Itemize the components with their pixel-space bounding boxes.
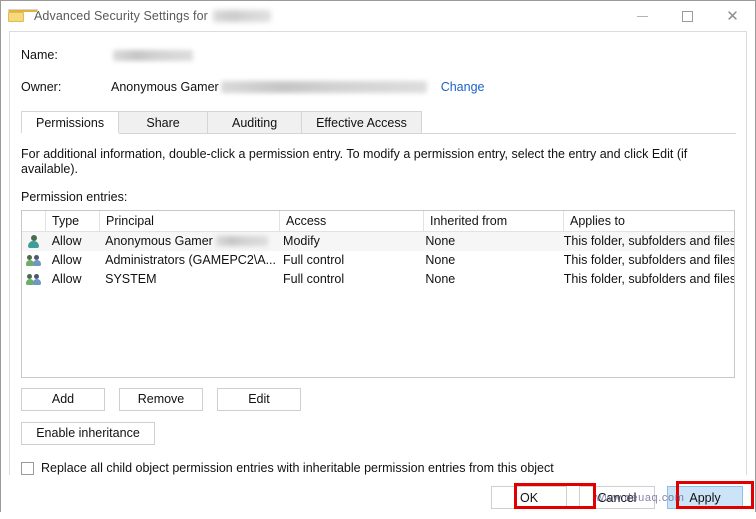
tab-auditing[interactable]: Auditing <box>207 111 303 133</box>
name-value-redacted <box>113 49 193 61</box>
table-row[interactable]: Allow SYSTEM Full control None This fold… <box>22 270 734 289</box>
cancel-button[interactable]: Cancel <box>579 485 655 509</box>
owner-email-redacted <box>220 81 427 93</box>
owner-label: Owner: <box>21 80 62 94</box>
row-inherited-from: None <box>425 234 456 248</box>
replace-child-permissions-label: Replace all child object permission entr… <box>41 461 554 475</box>
owner-value: Anonymous Gamer <box>111 80 219 94</box>
info-text: For additional information, double-click… <box>21 147 688 176</box>
table-row[interactable]: Allow Administrators (GAMEPC2\A... Full … <box>22 251 734 270</box>
row-icon-cell <box>22 234 46 249</box>
row-type: Allow <box>51 234 82 248</box>
close-icon: ✕ <box>726 7 739 25</box>
row-inherited-from: None <box>425 272 456 286</box>
row-applies-to: This folder, subfolders and files <box>563 272 734 286</box>
row-access: Modify <box>283 234 320 248</box>
row-principal: SYSTEM <box>105 272 157 286</box>
close-button[interactable]: ✕ <box>710 1 755 31</box>
row-access: Full control <box>283 253 345 267</box>
row-icon-cell <box>22 253 46 268</box>
column-header-access[interactable]: Access <box>280 211 424 231</box>
name-row: Name: <box>10 44 746 66</box>
row-principal-redacted <box>215 236 268 246</box>
row-type: Allow <box>51 253 82 267</box>
ok-button[interactable]: OK <box>491 485 567 509</box>
window-title-text: Advanced Security Settings for <box>34 9 208 23</box>
advanced-security-settings-window: Advanced Security Settings for ✕ Name: O… <box>0 0 756 519</box>
permission-entries-list[interactable]: Type Principal Access Inherited from App… <box>21 210 735 378</box>
window-controls: ✕ <box>620 1 755 31</box>
row-icon-cell <box>22 272 46 287</box>
enable-inheritance-button[interactable]: Enable inheritance <box>21 422 155 445</box>
owner-row: Owner: Anonymous Gamer Change <box>10 76 746 98</box>
column-header-principal[interactable]: Principal <box>100 211 280 231</box>
change-owner-link[interactable]: Change <box>441 80 485 94</box>
entry-actions: Add Remove Edit <box>21 388 735 411</box>
row-principal-text: Anonymous Gamer <box>105 234 213 248</box>
column-header-inherited-from[interactable]: Inherited from <box>424 211 564 231</box>
column-header-type[interactable]: Type <box>46 211 100 231</box>
column-header-icon[interactable] <box>22 211 46 231</box>
user-icon <box>26 234 42 249</box>
maximize-button[interactable] <box>665 1 710 31</box>
row-principal: Administrators (GAMEPC2\A... <box>105 253 276 267</box>
tab-effective-access[interactable]: Effective Access <box>301 111 422 133</box>
row-applies-to: This folder, subfolders and files <box>563 234 734 248</box>
dialog-content: Name: Owner: Anonymous Gamer Change Perm… <box>9 31 747 475</box>
column-header-applies-to[interactable]: Applies to <box>564 211 734 231</box>
add-button[interactable]: Add <box>21 388 105 411</box>
tab-permissions[interactable]: Permissions <box>21 111 120 133</box>
row-type: Allow <box>51 272 82 286</box>
inheritance-actions: Enable inheritance <box>21 422 735 445</box>
title-bar: Advanced Security Settings for ✕ <box>1 1 755 31</box>
window-title-redacted <box>212 10 271 22</box>
remove-button[interactable]: Remove <box>119 388 203 411</box>
row-applies-to: This folder, subfolders and files <box>563 253 734 267</box>
row-inherited-from: None <box>425 253 456 267</box>
apply-button[interactable]: Apply <box>667 485 743 509</box>
row-principal: Anonymous Gamer <box>99 232 277 251</box>
group-icon <box>25 272 42 287</box>
minimize-button[interactable] <box>620 1 665 31</box>
table-row[interactable]: Allow Anonymous Gamer Modify None This f… <box>22 232 734 251</box>
window-title: Advanced Security Settings for <box>34 9 271 23</box>
table-header: Type Principal Access Inherited from App… <box>22 211 734 232</box>
row-access: Full control <box>283 272 345 286</box>
replace-child-permissions-checkbox[interactable] <box>21 461 34 475</box>
tab-strip: Permissions Share Auditing Effective Acc… <box>21 110 736 134</box>
edit-button[interactable]: Edit <box>217 388 301 411</box>
folder-icon <box>8 9 38 23</box>
name-label: Name: <box>21 48 58 62</box>
dialog-footer: OK Cancel Apply <box>1 475 755 519</box>
group-icon <box>25 253 42 268</box>
permission-entries-label: Permission entries: <box>21 190 128 204</box>
tab-share[interactable]: Share <box>118 111 209 133</box>
replace-child-permissions-row: Replace all child object permission entr… <box>21 461 735 475</box>
